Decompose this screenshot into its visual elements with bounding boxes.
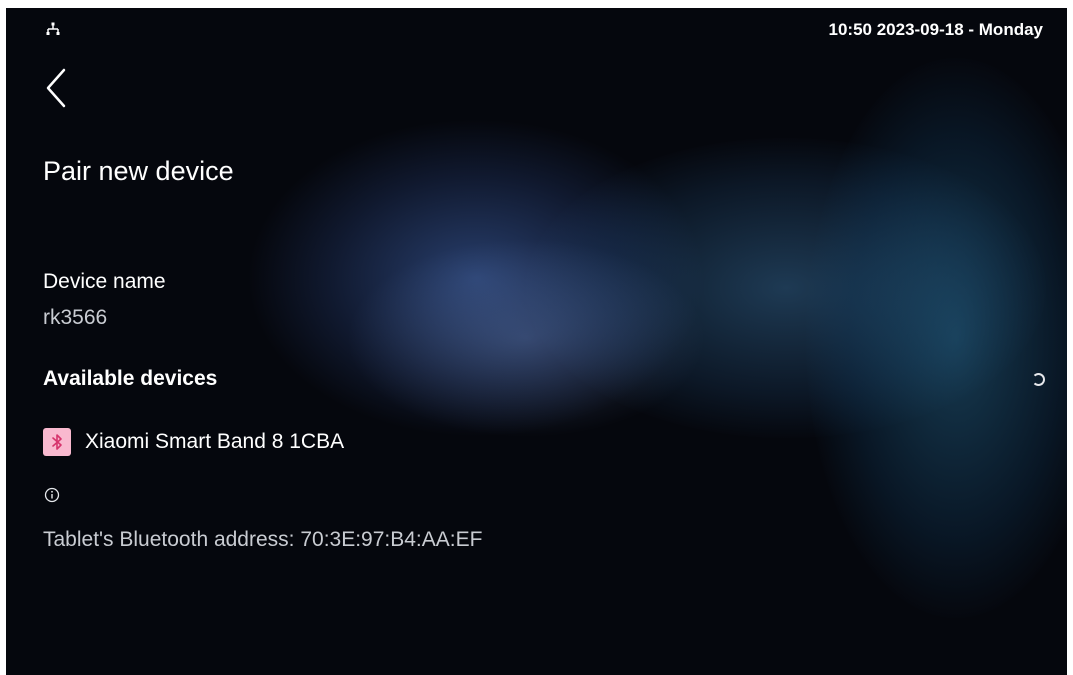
background-blur xyxy=(526,138,1046,438)
background-blur xyxy=(346,238,706,438)
pair-device-screen: 10:50 2023-09-18 - Monday Pair new devic… xyxy=(6,8,1067,675)
info-icon xyxy=(44,487,60,503)
device-name-label[interactable]: Device name xyxy=(43,270,166,294)
page-title: Pair new device xyxy=(43,156,234,186)
available-devices-title: Available devices xyxy=(43,367,218,390)
chevron-left-icon xyxy=(46,68,66,108)
background-blur xyxy=(806,58,1067,618)
loading-spinner-icon xyxy=(1032,373,1045,386)
network-tree-icon xyxy=(46,22,60,35)
bluetooth-address-text: Tablet's Bluetooth address: 70:3E:97:B4:… xyxy=(43,528,483,551)
list-item-device[interactable]: Xiaomi Smart Band 8 1CBA xyxy=(43,426,344,458)
back-button[interactable] xyxy=(40,66,76,110)
bluetooth-icon xyxy=(43,428,71,456)
background-blur xyxy=(246,118,706,438)
device-name: Xiaomi Smart Band 8 1CBA xyxy=(85,430,345,453)
status-time-date: 10:50 2023-09-18 - Monday xyxy=(828,20,1044,39)
device-name-value: rk3566 xyxy=(43,306,108,329)
